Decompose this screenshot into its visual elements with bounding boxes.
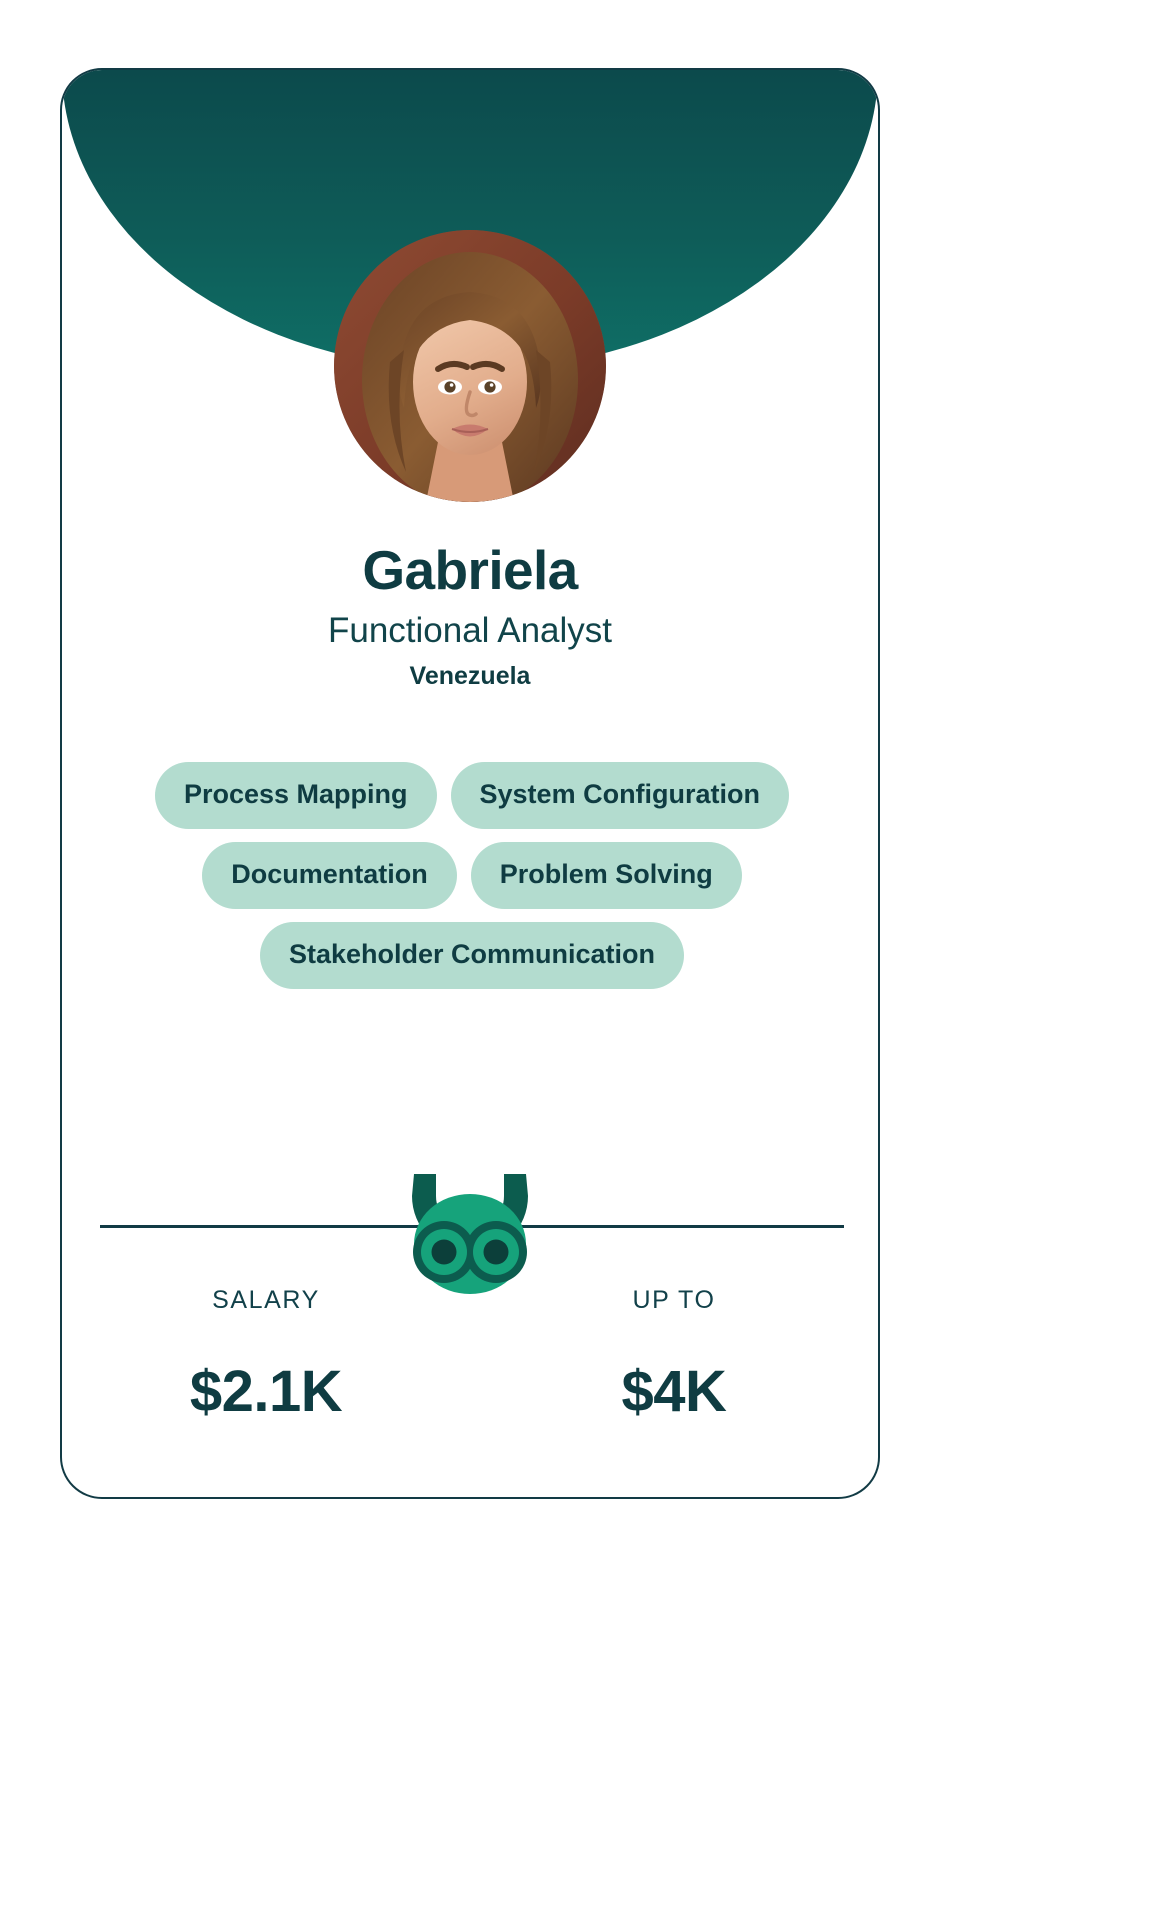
skill-tag[interactable]: Process Mapping (154, 762, 437, 829)
identity-block: Gabriela Functional Analyst Venezuela (62, 539, 878, 691)
salary-base-label: SALARY (212, 1286, 320, 1314)
profile-card-screen: Gabriela Functional Analyst Venezuela Pr… (0, 0, 1151, 1920)
profile-photo-icon (334, 230, 606, 502)
owl-logo-icon (400, 1172, 540, 1294)
salary-max-value: $4K (621, 1359, 727, 1424)
salary-summary: SALARY $2.1K UP TO $4K (62, 1285, 878, 1424)
skill-tag-list: Process Mapping System Configuration Doc… (140, 762, 804, 989)
talent-profile-card: Gabriela Functional Analyst Venezuela Pr… (60, 68, 880, 1499)
brand-divider (62, 1110, 878, 1294)
skill-tag[interactable]: Stakeholder Communication (259, 922, 685, 989)
salary-base-column: SALARY $2.1K (62, 1285, 470, 1424)
skill-tag[interactable]: Documentation (202, 842, 457, 909)
avatar (334, 230, 606, 502)
salary-base-value: $2.1K (189, 1359, 343, 1424)
skill-tag[interactable]: System Configuration (450, 762, 790, 829)
person-role: Functional Analyst (327, 610, 613, 650)
salary-max-column: UP TO $4K (470, 1285, 878, 1424)
salary-max-label: UP TO (632, 1286, 716, 1314)
person-country: Venezuela (409, 661, 531, 690)
skill-tag[interactable]: Problem Solving (470, 842, 742, 909)
person-name: Gabriela (362, 539, 578, 601)
